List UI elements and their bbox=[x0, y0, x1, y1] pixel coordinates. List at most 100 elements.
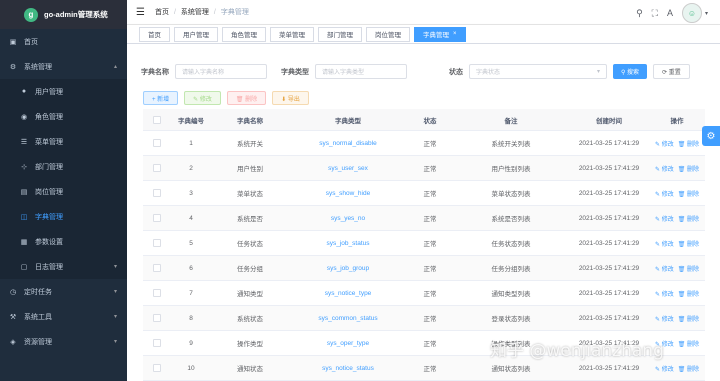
search-button[interactable]: ⚲ 搜索 bbox=[613, 64, 648, 79]
tab-tag[interactable]: 菜单管理 bbox=[270, 26, 314, 42]
search-icon[interactable]: ⚲ bbox=[636, 8, 643, 19]
row-edit-button[interactable]: ✎ 修改 bbox=[655, 217, 674, 223]
row-checkbox[interactable] bbox=[153, 164, 161, 172]
row-edit-button[interactable]: ✎ 修改 bbox=[655, 142, 674, 148]
sidebar-item[interactable]: ● 用户管理 bbox=[0, 79, 127, 104]
dict-name-input[interactable]: 请输入字典名称 bbox=[175, 64, 267, 79]
select-all-checkbox[interactable] bbox=[153, 115, 161, 124]
tab-tag[interactable]: 角色管理 bbox=[222, 26, 266, 42]
logo[interactable]: g go-admin管理系统 bbox=[0, 0, 127, 29]
row-delete-button[interactable]: 🗑 删除 bbox=[678, 367, 699, 373]
row-delete-button[interactable]: 🗑 删除 bbox=[678, 342, 699, 348]
cell-type[interactable]: sys_yes_no bbox=[289, 215, 407, 222]
sidebar-item[interactable]: ▣ 首页 bbox=[0, 29, 127, 54]
tab-tag[interactable]: 字典管理 × bbox=[414, 26, 466, 42]
row-edit-button[interactable]: ✎ 修改 bbox=[655, 367, 674, 373]
sidebar-item[interactable]: ◉ 角色管理 bbox=[0, 104, 127, 129]
tab-tag[interactable]: 首页 bbox=[139, 26, 170, 42]
hamburger-icon[interactable]: ☰ bbox=[136, 7, 145, 18]
select-all-cell[interactable] bbox=[143, 115, 171, 124]
table-row[interactable]: 1 系统开关 sys_normal_disable 正常 系统开关列表 2021-03-2… bbox=[143, 131, 705, 156]
dict-type-input[interactable]: 请输入字典类型 bbox=[315, 64, 407, 79]
table-row[interactable]: 8 系统状态 sys_common_status 正常 登录状态列表 2021-03-25… bbox=[143, 306, 705, 331]
row-edit-button[interactable]: ✎ 修改 bbox=[655, 242, 674, 248]
row-edit-button[interactable]: ✎ 修改 bbox=[655, 192, 674, 198]
row-select-cell[interactable] bbox=[143, 364, 171, 372]
sidebar-item[interactable]: ◈ 资源管理 ▾ bbox=[0, 329, 127, 354]
cell-operation: ✎ 修改 🗑 删除 bbox=[649, 264, 705, 273]
tab-tag[interactable]: 部门管理 bbox=[318, 26, 362, 42]
row-delete-button[interactable]: 🗑 删除 bbox=[678, 317, 699, 323]
sidebar-item[interactable]: ▢ 日志管理 ▾ bbox=[0, 254, 127, 279]
row-delete-button[interactable]: 🗑 删除 bbox=[678, 242, 699, 248]
row-edit-button[interactable]: ✎ 修改 bbox=[655, 317, 674, 323]
row-edit-button[interactable]: ✎ 修改 bbox=[655, 292, 674, 298]
sidebar-item[interactable]: ▤ 岗位管理 bbox=[0, 179, 127, 204]
table-row[interactable]: 2 用户性别 sys_user_sex 正常 用户性别列表 2021-03-25 17:4… bbox=[143, 156, 705, 181]
row-edit-button[interactable]: ✎ 修改 bbox=[655, 167, 674, 173]
tab-tag[interactable]: 用户管理 bbox=[174, 26, 218, 42]
row-checkbox[interactable] bbox=[153, 289, 161, 297]
row-checkbox[interactable] bbox=[153, 264, 161, 272]
table-row[interactable]: 3 菜单状态 sys_show_hide 正常 菜单状态列表 2021-03-25 17:… bbox=[143, 181, 705, 206]
status-select[interactable]: 字典状态 ▾ bbox=[469, 64, 607, 79]
cell-type[interactable]: sys_notice_status bbox=[289, 365, 407, 372]
row-checkbox[interactable] bbox=[153, 364, 161, 372]
table-row[interactable]: 6 任务分组 sys_job_group 正常 任务分组列表 2021-03-25 17:… bbox=[143, 256, 705, 281]
row-checkbox[interactable] bbox=[153, 214, 161, 222]
breadcrumb-system[interactable]: 系统管理 bbox=[181, 7, 209, 17]
row-delete-button[interactable]: 🗑 删除 bbox=[678, 167, 699, 173]
row-checkbox[interactable] bbox=[153, 239, 161, 247]
sidebar-item[interactable]: ▦ 参数设置 bbox=[0, 229, 127, 254]
sidebar-item[interactable]: ⊹ 部门管理 bbox=[0, 154, 127, 179]
row-delete-button[interactable]: 🗑 删除 bbox=[678, 192, 699, 198]
close-icon[interactable]: × bbox=[453, 31, 457, 37]
table-row[interactable]: 5 任务状态 sys_job_status 正常 任务状态列表 2021-03-25 17… bbox=[143, 231, 705, 256]
sidebar-item[interactable]: ◫ 字典管理 bbox=[0, 204, 127, 229]
edit-button[interactable]: ✎ 修改 bbox=[184, 91, 221, 105]
row-select-cell[interactable] bbox=[143, 339, 171, 347]
row-checkbox[interactable] bbox=[153, 189, 161, 197]
row-select-cell[interactable] bbox=[143, 189, 171, 197]
sidebar-item[interactable]: ⚒ 系统工具 ▾ bbox=[0, 304, 127, 329]
cell-type[interactable]: sys_common_status bbox=[289, 315, 407, 322]
language-icon[interactable]: A bbox=[667, 8, 673, 18]
sidebar-item[interactable]: ☰ 菜单管理 bbox=[0, 129, 127, 154]
cell-type[interactable]: sys_notice_type bbox=[289, 290, 407, 297]
row-select-cell[interactable] bbox=[143, 139, 171, 147]
row-delete-button[interactable]: 🗑 删除 bbox=[678, 292, 699, 298]
row-delete-button[interactable]: 🗑 删除 bbox=[678, 217, 699, 223]
avatar[interactable]: ☺ bbox=[681, 3, 702, 23]
delete-button[interactable]: 🗑 删除 bbox=[226, 91, 267, 105]
settings-icon[interactable]: ⚙ bbox=[702, 126, 720, 146]
row-edit-button[interactable]: ✎ 修改 bbox=[655, 267, 674, 273]
chevron-down-icon[interactable]: ▾ bbox=[705, 10, 708, 17]
cell-type[interactable]: sys_job_status bbox=[289, 240, 407, 247]
add-button[interactable]: + 新增 bbox=[143, 91, 179, 105]
sidebar-item[interactable]: ⚙ 系统管理 ▴ bbox=[0, 54, 127, 79]
table-row[interactable]: 4 系统是否 sys_yes_no 正常 系统是否列表 2021-03-25 17:41:… bbox=[143, 206, 705, 231]
breadcrumb-home[interactable]: 首页 bbox=[155, 7, 169, 17]
tab-tag[interactable]: 岗位管理 bbox=[366, 26, 410, 42]
cell-type[interactable]: sys_show_hide bbox=[289, 190, 407, 197]
cell-type[interactable]: sys_normal_disable bbox=[289, 140, 407, 147]
row-checkbox[interactable] bbox=[153, 139, 161, 147]
row-select-cell[interactable] bbox=[143, 239, 171, 247]
cell-type[interactable]: sys_oper_type bbox=[289, 340, 407, 347]
cell-type[interactable]: sys_job_group bbox=[289, 265, 407, 272]
row-select-cell[interactable] bbox=[143, 164, 171, 172]
row-select-cell[interactable] bbox=[143, 214, 171, 222]
row-delete-button[interactable]: 🗑 删除 bbox=[678, 267, 699, 273]
export-button[interactable]: ⬇ 导出 bbox=[272, 91, 309, 105]
row-checkbox[interactable] bbox=[153, 314, 161, 322]
sidebar-item[interactable]: ◷ 定时任务 ▾ bbox=[0, 279, 127, 304]
table-row[interactable]: 7 通知类型 sys_notice_type 正常 通知类型列表 2021-03-25 1… bbox=[143, 281, 705, 306]
cell-type[interactable]: sys_user_sex bbox=[289, 165, 407, 172]
reset-button[interactable]: ⟳ 重置 bbox=[653, 64, 690, 79]
row-checkbox[interactable] bbox=[153, 339, 161, 347]
row-select-cell[interactable] bbox=[143, 289, 171, 297]
row-delete-button[interactable]: 🗑 删除 bbox=[678, 142, 699, 148]
row-select-cell[interactable] bbox=[143, 264, 171, 272]
row-select-cell[interactable] bbox=[143, 314, 171, 322]
fullscreen-icon[interactable]: ⛶ bbox=[652, 8, 658, 19]
